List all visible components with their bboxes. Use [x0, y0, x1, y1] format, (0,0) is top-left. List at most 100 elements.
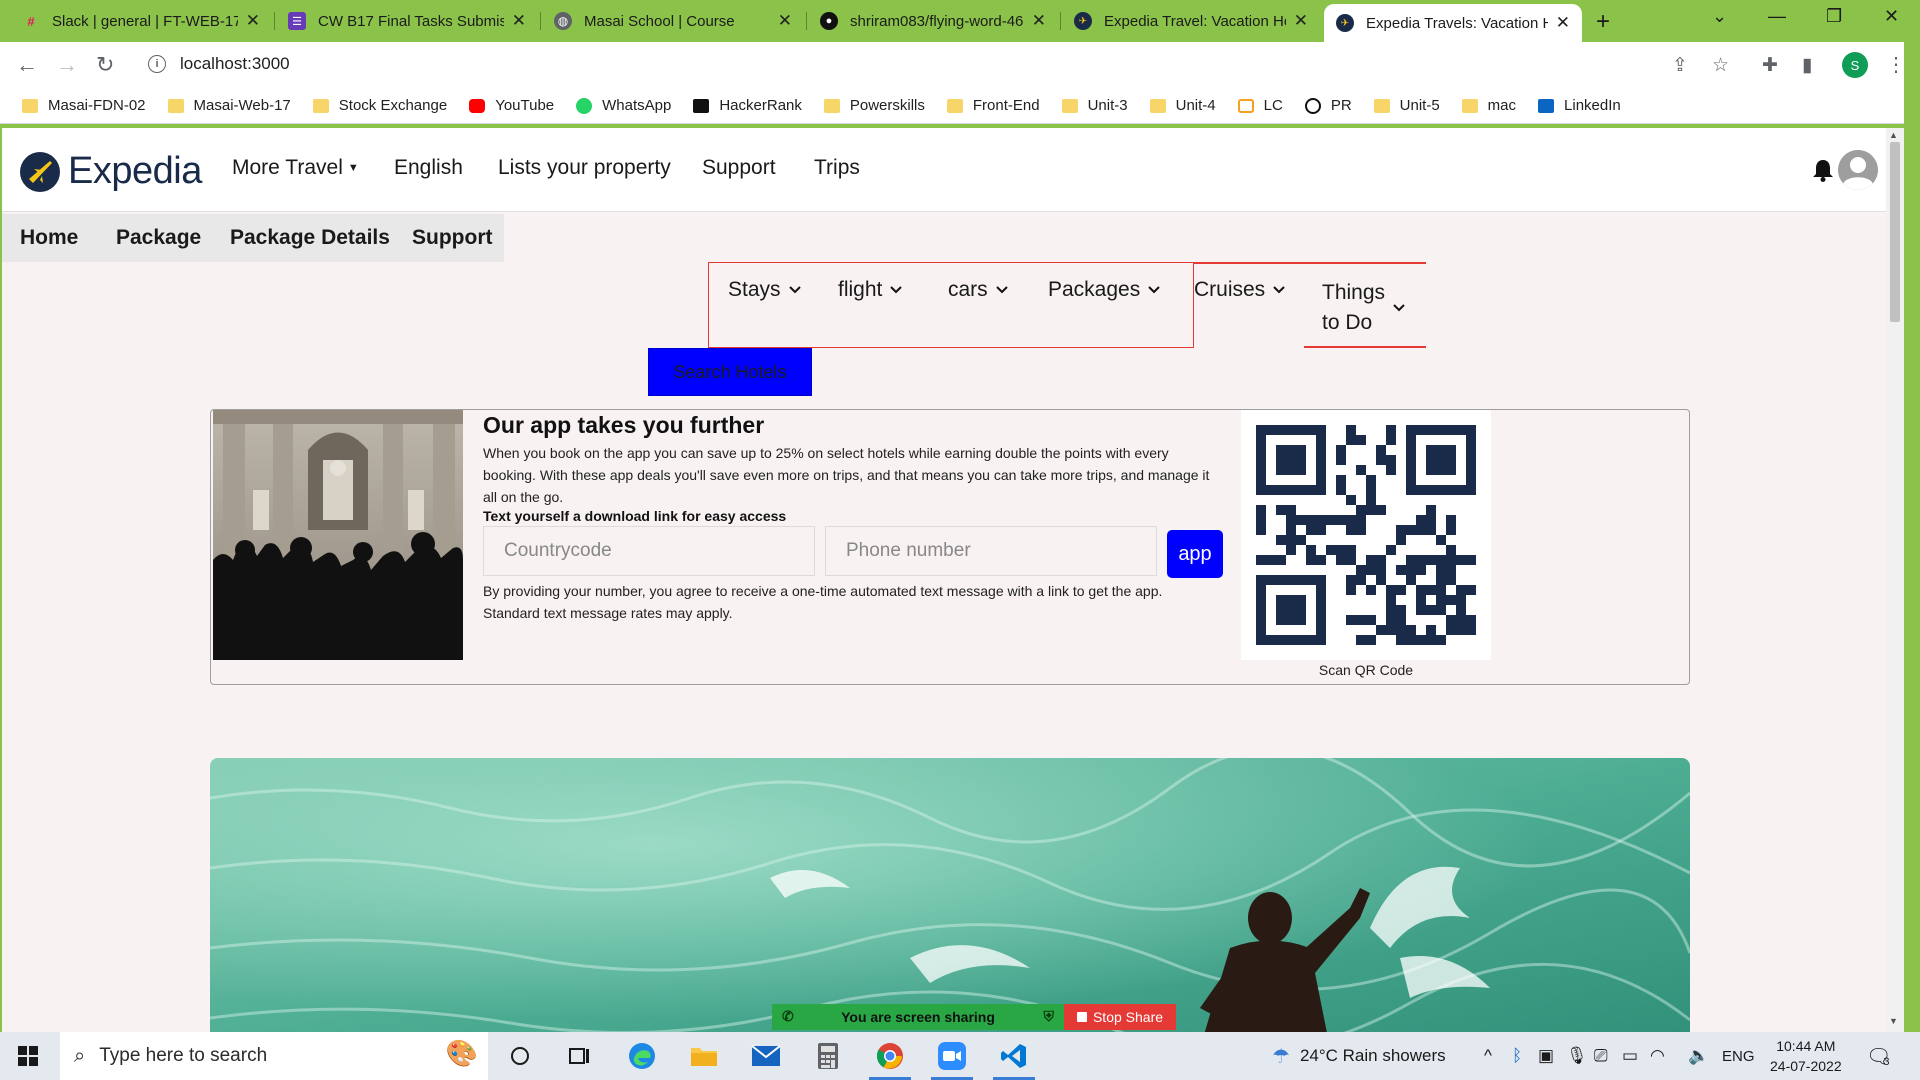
display-icon[interactable]: ⎚ [1594, 1032, 1608, 1080]
tab-forms[interactable]: ☰ CW B17 Final Tasks Submiss ✕ [276, 4, 538, 38]
bookmark-masai-fdn-02[interactable]: Masai-FDN-02 [22, 97, 146, 114]
bookmark-unit-3[interactable]: Unit-3 [1061, 97, 1128, 114]
bookmark-unit-4[interactable]: Unit-4 [1149, 97, 1216, 114]
search-icon: ⌕ [74, 1044, 86, 1067]
nav-support[interactable]: Support [702, 156, 776, 180]
bluetooth-icon[interactable]: ᛒ [1512, 1032, 1522, 1080]
user-avatar-icon[interactable] [1838, 150, 1878, 190]
maximize-button[interactable]: ❐ [1826, 6, 1842, 27]
side-panel-icon[interactable]: ▮ [1802, 54, 1812, 77]
subnav-package[interactable]: Package [116, 226, 201, 250]
tab-expedia-active[interactable]: ✈ Expedia Travels: Vacation H ✕ [1324, 4, 1582, 42]
bell-icon[interactable] [1812, 158, 1834, 187]
close-tab-icon[interactable]: ✕ [246, 11, 260, 31]
vscode-icon[interactable] [998, 1040, 1030, 1072]
bookmark-mac[interactable]: mac [1461, 97, 1516, 114]
category-cruises[interactable]: Cruises [1194, 278, 1285, 302]
windows-start-icon[interactable] [18, 1046, 38, 1071]
send-app-link-button[interactable]: app [1167, 530, 1223, 578]
wifi-icon[interactable]: ◠ [1650, 1032, 1665, 1080]
task-view-icon[interactable] [564, 1040, 596, 1072]
bookmark-front-end[interactable]: Front-End [946, 97, 1040, 114]
forward-icon[interactable]: → [56, 52, 78, 78]
menu-icon[interactable]: ⋮ [1886, 52, 1906, 77]
close-tab-icon[interactable]: ✕ [1032, 11, 1046, 31]
category-flight[interactable]: flight [838, 278, 903, 302]
system-clock[interactable]: 10:44 AM 24-07-2022 [1770, 1036, 1842, 1076]
file-explorer-icon[interactable] [688, 1040, 720, 1072]
bookmarks-bar: Masai-FDN-02 Masai-Web-17 Stock Exchange Yo… [0, 88, 1904, 124]
battery-icon[interactable]: ▭ [1622, 1032, 1638, 1080]
bookmark-masai-web-17[interactable]: Masai-Web-17 [167, 97, 291, 114]
scroll-up-icon[interactable]: ▲ [1889, 130, 1898, 140]
close-tab-icon[interactable]: ✕ [512, 11, 526, 31]
scroll-down-icon[interactable]: ▼ [1889, 1016, 1898, 1026]
forms-icon: ☰ [288, 12, 306, 30]
tab-slack[interactable]: # Slack | general | FT-WEB-17 ✕ [10, 4, 272, 38]
category-things-to-do[interactable]: Things to Do [1322, 278, 1405, 338]
new-tab-button[interactable]: + [1596, 8, 1610, 36]
nav-list-property[interactable]: Lists your property [498, 156, 671, 180]
close-tab-icon[interactable]: ✕ [1294, 11, 1308, 31]
expedia-logo[interactable]: Expedia [20, 150, 202, 193]
tab-expedia-1[interactable]: ✈ Expedia Travel: Vacation Ho ✕ [1062, 4, 1320, 38]
cortana-icon[interactable] [504, 1040, 536, 1072]
bookmark-youtube[interactable]: YouTube [469, 97, 554, 114]
nav-english[interactable]: English [394, 156, 463, 180]
minimize-button[interactable]: — [1768, 6, 1786, 27]
meet-now-icon[interactable]: ▣ [1538, 1032, 1554, 1080]
chrome-icon[interactable] [874, 1040, 906, 1072]
bookmark-linkedin[interactable]: LinkedIn [1538, 97, 1621, 114]
bookmark-hackerrank[interactable]: HackerRank [693, 97, 802, 114]
zoom-icon[interactable] [936, 1040, 968, 1072]
scrollbar-thumb[interactable] [1890, 142, 1900, 322]
subnav-support[interactable]: Support [412, 226, 492, 250]
subnav-package-details[interactable]: Package Details [230, 226, 390, 250]
bookmark-whatsapp[interactable]: WhatsApp [576, 97, 671, 114]
country-code-input[interactable] [483, 526, 815, 576]
category-packages[interactable]: Packages [1048, 278, 1160, 302]
stop-share-button[interactable]: Stop Share [1064, 1004, 1176, 1030]
site-header: Expedia More Travel ▼ English Lists your… [2, 128, 1886, 212]
bookmark-unit-5[interactable]: Unit-5 [1373, 97, 1440, 114]
bookmark-stock-exchange[interactable]: Stock Exchange [312, 97, 447, 114]
bookmark-powerskills[interactable]: Powerskills [823, 97, 925, 114]
weather-widget[interactable]: ☂ 24°C Rain showers [1272, 1032, 1446, 1080]
tab-github[interactable]: ● shriram083/flying-word-46 ✕ [808, 4, 1058, 38]
phone-number-input[interactable] [825, 526, 1157, 576]
calculator-icon[interactable] [812, 1040, 844, 1072]
close-tab-icon[interactable]: ✕ [778, 11, 792, 31]
extensions-icon[interactable]: ✚ [1762, 54, 1778, 77]
site-info-icon[interactable]: i [148, 55, 166, 73]
youtube-icon [469, 98, 486, 113]
bookmark-star-icon[interactable]: ☆ [1712, 54, 1729, 77]
page-scrollbar[interactable]: ▲ ▼ [1886, 128, 1904, 1032]
tab-search-icon[interactable]: ⌄ [1712, 6, 1727, 27]
close-tab-icon[interactable]: ✕ [1556, 13, 1570, 33]
profile-avatar[interactable]: S [1842, 52, 1868, 78]
nav-trips[interactable]: Trips [814, 156, 860, 180]
microphone-icon[interactable]: 🎙 [1566, 1032, 1588, 1080]
language-indicator[interactable]: ENG [1722, 1032, 1755, 1080]
edge-icon[interactable] [626, 1040, 658, 1072]
bookmark-lc[interactable]: LC [1237, 97, 1283, 114]
search-hotels-button[interactable]: Search Hotels [648, 348, 812, 396]
volume-icon[interactable]: 🔈 [1688, 1032, 1709, 1080]
category-cars[interactable]: cars [948, 278, 1008, 302]
bookmark-pr[interactable]: PR [1304, 97, 1352, 114]
subnav-home[interactable]: Home [20, 226, 78, 250]
share-icon[interactable]: ⇪ [1672, 54, 1688, 77]
category-stays[interactable]: Stays [728, 278, 801, 302]
taskbar-search-box[interactable]: ⌕ Type here to search 🎨 [60, 1032, 488, 1080]
show-hidden-icons[interactable]: ^ [1484, 1032, 1492, 1080]
back-icon[interactable]: ← [16, 52, 38, 78]
tab-masai[interactable]: ◍ Masai School | Course ✕ [542, 4, 804, 38]
stop-icon [1076, 1012, 1087, 1022]
nav-more-travel[interactable]: More Travel ▼ [232, 156, 359, 180]
close-window-button[interactable]: ✕ [1884, 6, 1899, 27]
reload-icon[interactable]: ↻ [96, 52, 114, 78]
notifications-icon[interactable]: 🗨 3 [1866, 1032, 1891, 1080]
mail-icon[interactable] [750, 1040, 782, 1072]
secondary-nav: Home Package Package Details Support [2, 214, 504, 262]
address-bar[interactable]: i localhost:3000 [138, 47, 1658, 81]
